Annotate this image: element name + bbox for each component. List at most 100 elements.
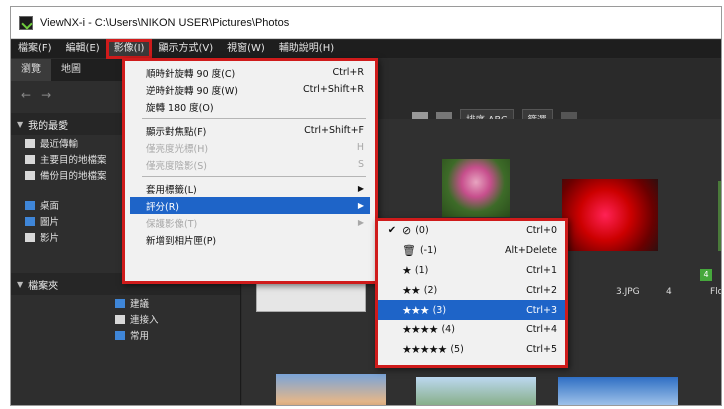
thumbnail-trees[interactable] xyxy=(416,377,536,405)
thumbnail-caption: 4 xyxy=(666,287,672,297)
menu-rotate-ccw[interactable]: 逆時針旋轉 90 度(W) Ctrl+Shift+R xyxy=(130,81,370,98)
menu-label: 旋轉 180 度(O) xyxy=(146,102,214,114)
submenu-arrow-icon: ▶ xyxy=(357,201,364,210)
rating-submenu: ✔ ⊘ (0) Ctrl+0 🗑 (-1) Alt+Delete ★ (1) Ctrl+… xyxy=(375,218,568,368)
no-rating-icon: ⊘ xyxy=(402,224,412,238)
star-icon: ★★ xyxy=(402,283,421,297)
menu-rating[interactable]: 評分(R) ▶ xyxy=(130,197,370,214)
menu-label: 顯示對焦點(F) xyxy=(146,126,207,138)
title-bar: ViewNX-i - C:\Users\NIKON USER\Pictures\… xyxy=(11,7,721,39)
favorites-header-label: 我的最愛 xyxy=(28,120,69,132)
menu-highlights: 僅亮度光標(H) H xyxy=(130,139,370,156)
menu-label: 保護影像(T) xyxy=(146,218,198,230)
back-arrow-icon[interactable]: ← xyxy=(21,88,31,102)
rating-3-stars[interactable]: ★★★ (3) Ctrl+3 xyxy=(378,300,565,320)
rating-shortcut: Ctrl+3 xyxy=(526,304,557,316)
collapse-arrow-icon[interactable]: ▼ xyxy=(17,280,23,289)
popup-backdrop xyxy=(256,282,366,312)
label-badge: 4 xyxy=(700,269,712,281)
thumbnail-rose[interactable] xyxy=(562,179,658,251)
rating-label: (0) xyxy=(415,225,429,237)
menu-show-focus-point[interactable]: 顯示對焦點(F) Ctrl+Shift+F xyxy=(130,122,370,139)
folder-icon xyxy=(25,154,35,164)
tab-map[interactable]: 地圖 xyxy=(51,59,91,81)
menu-view[interactable]: 顯示方式(V) xyxy=(151,40,220,58)
folder-label: 建議 xyxy=(130,299,150,310)
menu-shadows: 僅亮度陰影(S) S xyxy=(130,156,370,173)
folder-item[interactable]: 連接入 xyxy=(11,311,240,327)
star-icon: ★★★ xyxy=(402,303,430,317)
thumbnail-dog[interactable] xyxy=(276,374,386,405)
folders-header-label: 檔案夾 xyxy=(28,280,59,292)
window-title: ViewNX-i - C:\Users\NIKON USER\Pictures\… xyxy=(40,16,290,29)
folder-item[interactable]: 常用 xyxy=(11,327,240,343)
menu-help[interactable]: 輔助說明(H) xyxy=(272,40,341,58)
submenu-arrow-icon: ▶ xyxy=(357,184,364,193)
menu-edit[interactable]: 編輯(E) xyxy=(59,40,107,58)
thumbnail-sky[interactable] xyxy=(558,377,678,405)
desktop-icon xyxy=(25,200,35,210)
menu-shortcut: H xyxy=(356,142,364,153)
menu-label: 評分(R) xyxy=(146,201,180,213)
rating-5-stars[interactable]: ★★★★★ (5) Ctrl+5 xyxy=(378,340,565,360)
place-label: 圖片 xyxy=(40,217,60,228)
folder-icon xyxy=(115,314,125,324)
reject-icon: 🗑 xyxy=(402,244,416,258)
menu-shortcut: S xyxy=(357,159,364,170)
menu-label: 順時針旋轉 90 度(C) xyxy=(146,68,236,80)
star-icon: ★★★★ xyxy=(402,323,438,337)
rating-label: (-1) xyxy=(419,245,437,257)
menu-rotate-cw[interactable]: 順時針旋轉 90 度(C) Ctrl+R xyxy=(130,64,370,81)
menu-bar: 檔案(F) 編輯(E) 影像(I) 顯示方式(V) 視窗(W) 輔助說明(H) xyxy=(11,39,721,59)
menu-label: 僅亮度陰影(S) xyxy=(146,160,207,172)
tab-browse[interactable]: 瀏覽 xyxy=(11,59,51,81)
menu-apply-label[interactable]: 套用標籤(L) ▶ xyxy=(130,180,370,197)
menu-window[interactable]: 視窗(W) xyxy=(220,40,272,58)
place-label: 影片 xyxy=(40,233,60,244)
rating-label: (5) xyxy=(450,344,464,356)
rating-shortcut: Ctrl+4 xyxy=(526,324,557,336)
folder-icon xyxy=(25,170,35,180)
rating-reject[interactable]: 🗑 (-1) Alt+Delete xyxy=(378,241,565,261)
menu-shortcut: Ctrl+R xyxy=(332,67,364,78)
menu-label: 套用標籤(L) xyxy=(146,184,197,196)
rating-shortcut: Ctrl+5 xyxy=(526,344,557,356)
folder-item[interactable]: 建議 xyxy=(11,295,240,311)
star-icon: ★★★★★ xyxy=(402,343,447,357)
folder-label: 連接入 xyxy=(130,315,159,326)
rating-1-star[interactable]: ★ (1) Ctrl+1 xyxy=(378,261,565,281)
thumbnail-caption: Flow xyxy=(710,287,721,297)
rating-label: (4) xyxy=(441,324,455,336)
menu-add-to-tray[interactable]: 新增到相片匣(P) xyxy=(130,231,370,248)
menu-protect: 保護影像(T) ▶ xyxy=(130,214,370,231)
image-menu-dropdown: 順時針旋轉 90 度(C) Ctrl+R 逆時針旋轉 90 度(W) Ctrl+Sh… xyxy=(122,58,378,284)
menu-image[interactable]: 影像(I) xyxy=(105,39,153,59)
rating-shortcut: Ctrl+1 xyxy=(526,264,557,276)
menu-file[interactable]: 檔案(F) xyxy=(11,40,59,58)
rating-label: (2) xyxy=(423,284,438,296)
folder-icon xyxy=(25,138,35,148)
menu-label: 僅亮度光標(H) xyxy=(146,143,209,155)
thumbnail-white-flower[interactable] xyxy=(718,181,721,251)
rating-2-stars[interactable]: ★★ (2) Ctrl+2 xyxy=(378,280,565,300)
collapse-arrow-icon[interactable]: ▼ xyxy=(17,120,23,129)
check-icon: ✔ xyxy=(387,225,397,237)
thumbnail-caption: 3.JPG xyxy=(616,287,640,297)
submenu-arrow-icon: ▶ xyxy=(357,218,364,227)
rating-label: (1) xyxy=(414,264,429,276)
menu-shortcut: Ctrl+Shift+F xyxy=(304,125,364,136)
rating-none[interactable]: ✔ ⊘ (0) Ctrl+0 xyxy=(378,221,565,241)
menu-separator xyxy=(142,176,366,177)
menu-label: 新增到相片匣(P) xyxy=(146,235,217,247)
folder-icon xyxy=(115,330,125,340)
folder-icon xyxy=(115,298,125,308)
rating-4-stars[interactable]: ★★★★ (4) Ctrl+4 xyxy=(378,320,565,340)
rating-label: (3) xyxy=(432,304,447,316)
thumbnail-lotus[interactable] xyxy=(442,159,510,217)
menu-rotate-180[interactable]: 旋轉 180 度(O) xyxy=(130,98,370,115)
favorite-label: 主要目的地檔案 xyxy=(40,155,107,166)
viewnx-app-icon xyxy=(19,15,33,30)
favorite-label: 備份目的地檔案 xyxy=(40,171,107,182)
forward-arrow-icon[interactable]: → xyxy=(41,88,51,102)
rating-shortcut: Ctrl+2 xyxy=(526,284,557,296)
